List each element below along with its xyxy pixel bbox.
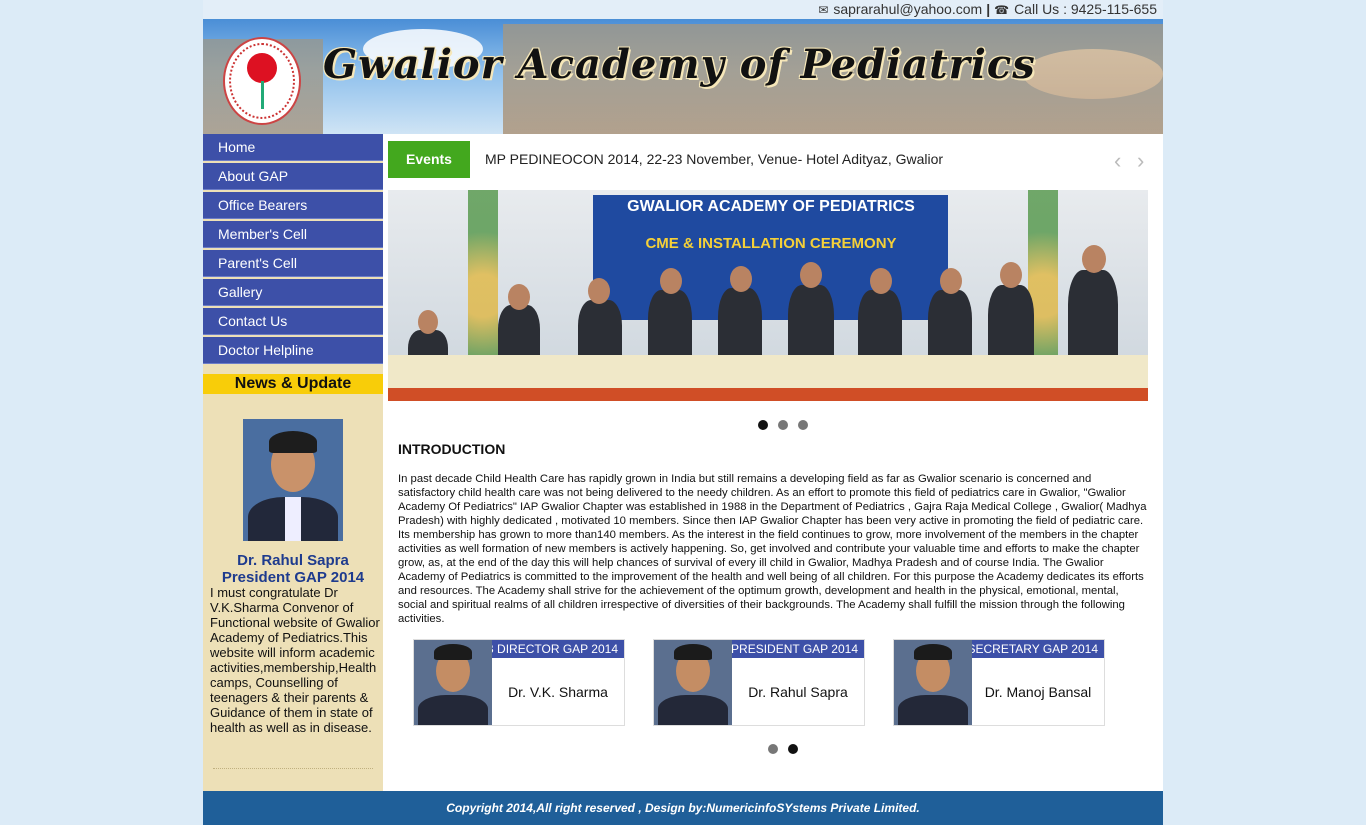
card-photo (894, 640, 972, 725)
chevron-right-icon[interactable]: › (1137, 148, 1144, 174)
rose-icon (247, 53, 277, 83)
president-photo (243, 419, 343, 541)
top-contact-bar: ✉ saprarahul@yahoo.com | ☎ Call Us : 9425-11… (203, 0, 1163, 19)
person-head (588, 278, 610, 304)
cards-pager (768, 744, 798, 754)
person-head (730, 266, 752, 292)
card-photo (654, 640, 732, 725)
card-name: Dr. Rahul Sapra (748, 684, 848, 700)
news-divider (213, 768, 373, 769)
nav-gallery[interactable]: Gallery (203, 279, 383, 306)
cards-dot-2[interactable] (788, 744, 798, 754)
nav-home[interactable]: Home (203, 134, 383, 161)
email-link[interactable]: saprarahul@yahoo.com (833, 1, 982, 17)
footer: Copyright 2014,All right reserved , Desi… (203, 791, 1163, 825)
backdrop-title: GWALIOR ACADEMY OF PEDIATRICS (627, 198, 915, 215)
phone-icon: ☎ (994, 3, 1010, 17)
events-ticker[interactable]: MP PEDINEOCON 2014, 22-23 November, Venu… (485, 151, 943, 167)
header-banner: Gwalior Academy of Pediatrics (203, 19, 1163, 134)
flower-border (388, 388, 1148, 401)
photo-hair (674, 644, 712, 660)
image-slider[interactable]: GWALIOR ACADEMY OF PEDIATRICS CME & INST… (388, 190, 1148, 401)
main-nav: Home About GAP Office Bearers Member's C… (203, 134, 383, 366)
intro-heading: INTRODUCTION (398, 441, 506, 457)
backdrop-subtitle: CME & INSTALLATION CEREMONY (645, 235, 897, 252)
card-photo (414, 640, 492, 725)
photo-suit (658, 695, 728, 725)
news-message: I must congratulate Dr V.K.Sharma Conven… (210, 585, 380, 735)
rose-stem (261, 81, 264, 109)
photo-suit (418, 695, 488, 725)
events-button[interactable]: Events (388, 141, 470, 178)
person-head (660, 268, 682, 294)
slider-pager (758, 420, 808, 430)
separator: | (986, 1, 991, 17)
president-title: President GAP 2014 (221, 569, 365, 586)
president-name: Dr. Rahul Sapra (237, 552, 349, 569)
sidebar: Home About GAP Office Bearers Member's C… (203, 134, 383, 791)
chevron-left-icon[interactable]: ‹ (1114, 148, 1121, 174)
person-head (418, 310, 438, 334)
person-head (940, 268, 962, 294)
person-head (800, 262, 822, 288)
card-name: Dr. Manoj Bansal (984, 684, 1092, 700)
nav-members-cell[interactable]: Member's Cell (203, 221, 383, 248)
person-head (1082, 245, 1106, 273)
slider-dot-3[interactable] (798, 420, 808, 430)
nav-office-bearers[interactable]: Office Bearers (203, 192, 383, 219)
person-head (870, 268, 892, 294)
person-head (1000, 262, 1022, 288)
news-update-heading: News & Update (203, 374, 383, 394)
card-name: Dr. V.K. Sharma (508, 684, 608, 700)
photo-hair (269, 431, 317, 453)
photo-hair (434, 644, 472, 660)
nav-parents-cell[interactable]: Parent's Cell (203, 250, 383, 277)
photo-suit (898, 695, 968, 725)
phone-number: Call Us : 9425-115-655 (1014, 1, 1157, 17)
profile-card[interactable]: WEB DIRECTOR GAP 2014 Dr. V.K. Sharma (413, 639, 625, 726)
intro-paragraph: In past decade Child Health Care has rap… (398, 473, 1147, 625)
gap-logo[interactable] (223, 37, 301, 125)
president-caption: Dr. Rahul Sapra President GAP 2014 (203, 552, 383, 586)
contact-info: ✉ saprarahul@yahoo.com | ☎ Call Us : 9425-11… (818, 0, 1157, 19)
site-title: Gwalior Academy of Pediatrics (323, 41, 1036, 88)
nav-about-gap[interactable]: About GAP (203, 163, 383, 190)
nav-contact-us[interactable]: Contact Us (203, 308, 383, 335)
nav-doctor-helpline[interactable]: Doctor Helpline (203, 337, 383, 364)
profile-card[interactable]: PRESIDENT GAP 2014 Dr. Rahul Sapra (653, 639, 865, 726)
person-head (508, 284, 530, 310)
slider-dot-1[interactable] (758, 420, 768, 430)
profile-card[interactable]: SECRETARY GAP 2014 Dr. Manoj Bansal (893, 639, 1105, 726)
slider-dot-2[interactable] (778, 420, 788, 430)
photo-shirt (285, 497, 301, 541)
cards-dot-1[interactable] (768, 744, 778, 754)
envelope-icon: ✉ (818, 3, 829, 17)
photo-hair (914, 644, 952, 660)
